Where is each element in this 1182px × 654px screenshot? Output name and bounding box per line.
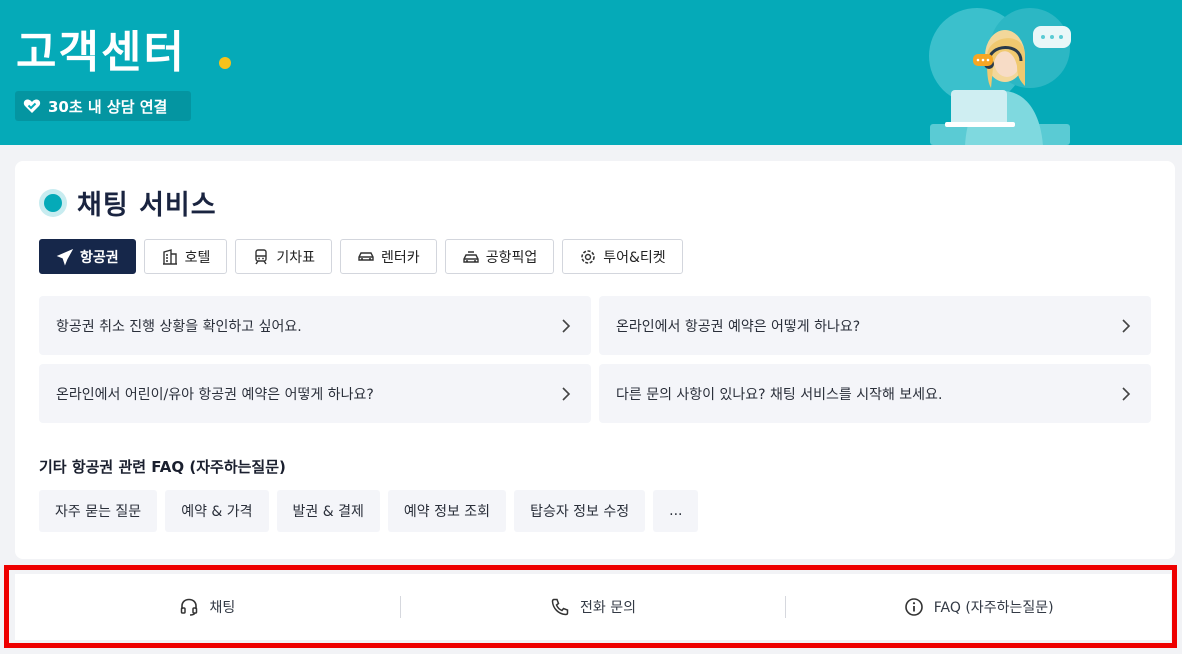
- page-title: 고객센터: [16, 27, 186, 78]
- phone-inquiry-button[interactable]: 전화 문의: [401, 574, 786, 640]
- info-circle-icon: [904, 598, 923, 616]
- chat-button[interactable]: 채팅: [15, 574, 400, 640]
- chip-faq[interactable]: 자주 묻는 질문: [39, 490, 158, 532]
- response-time-badge: 30초 내 상담 연결: [15, 91, 191, 121]
- tab-tour-ticket[interactable]: 투어&티켓: [562, 239, 683, 274]
- chip-booking-lookup[interactable]: 예약 정보 조회: [387, 490, 507, 532]
- hero-banner: 고객센터 30초 내 상담 연결: [0, 0, 1182, 145]
- agent-illustration: [929, 8, 1071, 145]
- faq-item[interactable]: 다른 문의 사항이 있나요? 채팅 서비스를 시작해 보세요.: [599, 364, 1151, 423]
- chat-service-card: 채팅 서비스 항공권 호텔 기차표 렌터카 공항픽업 투어&티켓 항공권 취소 …: [15, 161, 1175, 559]
- title-bullet-icon: [39, 188, 67, 217]
- hotel-building-icon: [162, 248, 177, 265]
- phone-icon: [551, 598, 569, 616]
- tab-train[interactable]: 기차표: [235, 239, 333, 274]
- faq-text: 온라인에서 어린이/유아 항공권 예약은 어떻게 하나요?: [56, 386, 374, 403]
- chevron-right-icon: [562, 386, 571, 401]
- faq-text: 항공권 취소 진행 상황을 확인하고 싶어요.: [56, 318, 302, 335]
- tab-rentcar[interactable]: 렌터카: [340, 239, 437, 274]
- tab-label: 투어&티켓: [603, 249, 666, 266]
- badge-label: 30초 내 상담 연결: [48, 97, 168, 116]
- faq-button[interactable]: FAQ (자주하는질문): [786, 574, 1171, 640]
- pickup-car-icon: [462, 250, 479, 263]
- tab-label: 렌터카: [381, 249, 420, 266]
- airplane-icon: [56, 248, 74, 265]
- faq-category-chips: 자주 묻는 질문 예약 & 가격 발권 & 결제 예약 정보 조회 탑승자 정보…: [39, 490, 699, 532]
- faq-text: 다른 문의 사항이 있나요? 채팅 서비스를 시작해 보세요.: [616, 386, 943, 403]
- headset-icon: [181, 598, 198, 616]
- chat-label: 채팅: [209, 600, 236, 616]
- faq-item[interactable]: 온라인에서 항공권 예약은 어떻게 하나요?: [599, 296, 1151, 355]
- tab-hotel[interactable]: 호텔: [143, 239, 228, 274]
- car-icon: [358, 251, 374, 261]
- category-tabs: 항공권 호텔 기차표 렌터카 공항픽업 투어&티켓: [39, 239, 683, 274]
- faq-label: FAQ (자주하는질문): [933, 600, 1054, 616]
- faq-item[interactable]: 온라인에서 어린이/유아 항공권 예약은 어떻게 하나요?: [39, 364, 591, 423]
- chip-ticketing-payment[interactable]: 발권 & 결제: [276, 490, 380, 532]
- chevron-right-icon: [1122, 386, 1131, 401]
- tab-label: 항공권: [80, 249, 119, 266]
- chip-passenger-edit[interactable]: 탑승자 정보 수정: [514, 490, 646, 532]
- tab-label: 기차표: [276, 249, 316, 266]
- tab-label: 공항픽업: [485, 249, 538, 266]
- phone-label: 전화 문의: [580, 600, 636, 616]
- section-title: 채팅 서비스: [39, 183, 217, 222]
- train-icon: [255, 248, 268, 264]
- faq-list: 항공권 취소 진행 상황을 확인하고 싶어요. 온라인에서 항공권 예약은 어떻…: [39, 296, 1151, 423]
- contact-bar: 채팅 전화 문의 FAQ (자주하는질문): [15, 574, 1171, 640]
- other-faq-title: 기타 항공권 관련 FAQ (자주하는질문): [39, 458, 286, 476]
- faq-item[interactable]: 항공권 취소 진행 상황을 확인하고 싶어요.: [39, 296, 591, 355]
- title-accent-dot: [219, 57, 231, 69]
- heart-check-icon: [23, 99, 41, 113]
- tab-label: 호텔: [184, 249, 211, 266]
- faq-text: 온라인에서 항공권 예약은 어떻게 하나요?: [616, 318, 861, 335]
- tab-flights[interactable]: 항공권: [39, 239, 136, 274]
- chevron-right-icon: [562, 318, 571, 333]
- chip-booking-price[interactable]: 예약 & 가격: [165, 490, 269, 532]
- chip-more[interactable]: ...: [653, 490, 699, 532]
- tab-airport-pickup[interactable]: 공항픽업: [444, 239, 555, 274]
- section-title-text: 채팅 서비스: [77, 190, 217, 221]
- gear-badge-icon: [581, 249, 596, 264]
- chevron-right-icon: [1122, 318, 1131, 333]
